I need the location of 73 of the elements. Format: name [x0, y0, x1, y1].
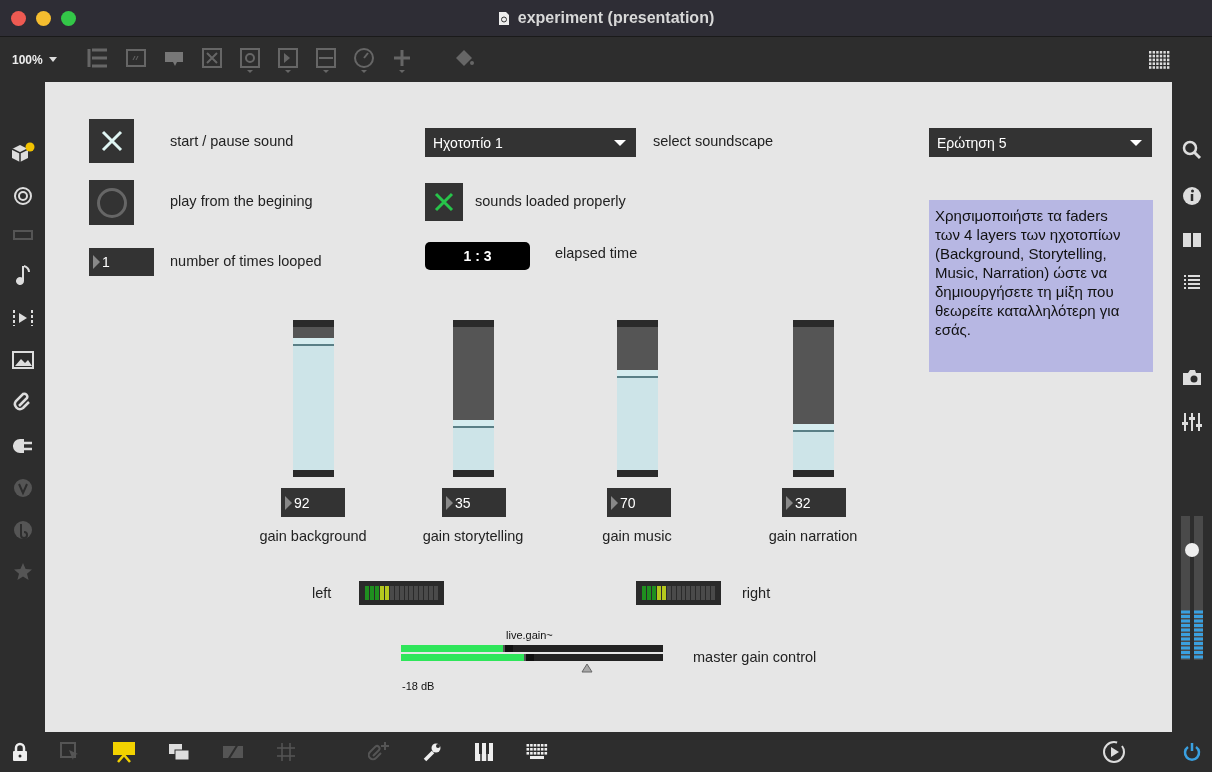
number-label: number of times looped	[170, 253, 322, 269]
fader-label: gain narration	[768, 528, 858, 544]
plug-icon[interactable]	[11, 436, 34, 456]
gain-fader[interactable]	[293, 320, 334, 477]
caret-icon	[48, 57, 57, 62]
mixer-icon[interactable]	[1182, 412, 1202, 432]
paperclip-add-icon[interactable]	[368, 741, 390, 763]
grid-icon[interactable]	[1148, 49, 1170, 70]
image-icon[interactable]	[11, 350, 34, 370]
toggle-label: sounds loaded properly	[475, 193, 626, 209]
package-icon[interactable]	[9, 142, 36, 164]
cross-icon	[99, 129, 124, 153]
power-icon[interactable]	[1182, 742, 1202, 762]
lock-icon[interactable]	[12, 742, 28, 762]
soundscape-menu[interactable]: Ηχοτοπίο 1	[425, 128, 636, 157]
star-icon[interactable]	[12, 562, 33, 582]
loaded-toggle[interactable]	[425, 183, 463, 221]
cross-icon	[433, 191, 455, 213]
gain-title: live.gain~	[506, 629, 553, 641]
volume-meter-drawing[interactable]	[1179, 516, 1205, 660]
play-circle-icon[interactable]	[1102, 740, 1126, 764]
instructions-note: Χρησιμοποιήστε τα faders των 4 layers των ηχοτοπίων (Background, Storytelling, Music, Narration) ώστε να δημιουργήσετε τη μίξη που θεωρείτε καταλληλότερη για εσάς.	[929, 200, 1153, 372]
camera-icon[interactable]	[1182, 368, 1202, 386]
elapsed-time-display: 1 : 3	[425, 242, 530, 270]
gain-fader[interactable]	[793, 320, 834, 477]
close-button[interactable]	[11, 10, 26, 26]
gain-fader[interactable]	[453, 320, 494, 477]
fader-label: gain music	[602, 528, 672, 544]
gain-number-box[interactable]: 70	[607, 488, 671, 517]
gain-label: master gain control	[693, 649, 817, 665]
loop-count-box[interactable]: 1	[89, 248, 154, 276]
toggle-icon[interactable]	[200, 46, 223, 69]
search-icon[interactable]	[1182, 140, 1202, 160]
fader-label: gain storytelling	[422, 528, 524, 544]
target-icon[interactable]	[12, 186, 33, 206]
question-menu[interactable]: Ερώτηση 5	[929, 128, 1152, 157]
gain-fader[interactable]	[617, 320, 658, 477]
zoom-button[interactable]	[61, 10, 76, 26]
zoom-menu[interactable]: 100%	[12, 52, 43, 67]
keyboard-icon[interactable]	[526, 742, 548, 762]
button-icon[interactable]	[238, 46, 261, 73]
message-icon[interactable]	[124, 46, 147, 69]
piano-icon[interactable]	[474, 742, 494, 762]
meter-label: right	[742, 585, 771, 601]
gain-number-box[interactable]: 32	[782, 488, 846, 517]
gain-handle[interactable]	[581, 663, 593, 673]
book-icon[interactable]	[1182, 232, 1202, 248]
meter-label: left	[312, 585, 332, 601]
display-label: elapsed time	[555, 245, 638, 261]
fader-label: gain background	[259, 528, 367, 544]
play-toggle[interactable]	[89, 119, 134, 163]
restart-button[interactable]	[89, 180, 134, 225]
presentation-icon[interactable]	[112, 741, 136, 763]
document-icon	[497, 10, 510, 26]
menu-label: select soundscape	[653, 133, 774, 149]
button-label: play from the begining	[170, 193, 313, 209]
window-title: experiment (presentation)	[517, 9, 715, 27]
dial-icon[interactable]	[352, 46, 375, 73]
object-icon[interactable]	[86, 46, 109, 69]
slider-icon[interactable]	[314, 46, 337, 73]
wrench-icon[interactable]	[422, 742, 442, 762]
master-gain-slider[interactable]	[401, 645, 663, 661]
gain-reading: -18 dB	[402, 680, 435, 692]
list-icon[interactable]	[1183, 274, 1201, 292]
toggle-label: start / pause sound	[170, 133, 294, 149]
play-bracket-icon[interactable]	[11, 308, 34, 328]
minimize-button[interactable]	[36, 10, 51, 26]
gain-number-box[interactable]: 92	[281, 488, 345, 517]
music-note-icon[interactable]	[14, 264, 31, 286]
gain-number-box[interactable]: 35	[442, 488, 506, 517]
windows-icon[interactable]	[168, 743, 190, 761]
number-icon[interactable]	[276, 46, 299, 73]
info-icon[interactable]	[1182, 186, 1202, 206]
